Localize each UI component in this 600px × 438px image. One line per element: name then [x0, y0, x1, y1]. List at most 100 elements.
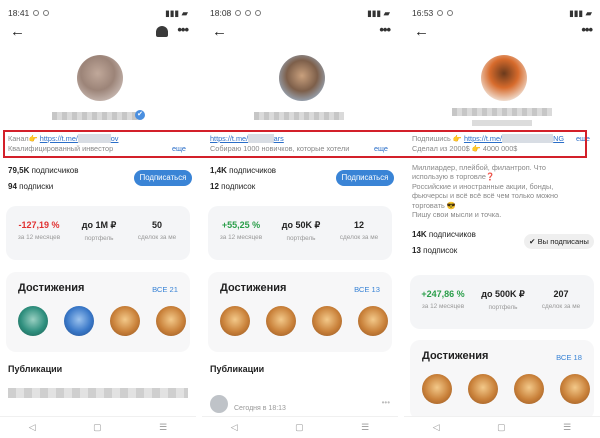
about-line: торговать 😎	[412, 200, 456, 210]
achievement-badge-icon[interactable]	[422, 374, 452, 404]
nav-menu-icon[interactable]: ☰	[159, 422, 167, 433]
subscribers-count[interactable]: 79,5K подписчиков	[8, 166, 79, 175]
perf-trades: 12 сделок за ме	[339, 220, 379, 241]
avatar	[77, 55, 123, 101]
profile-screen-3: 16:53 ▮▮▮ ▰ ← ••• Подпишись 👉 https://t.…	[404, 0, 600, 438]
top-bar: ← •••	[404, 23, 600, 42]
system-nav-bar: ◁ ▢ ☰	[404, 416, 600, 438]
nav-menu-icon[interactable]: ☰	[563, 422, 571, 433]
achievements-title: Достижения	[220, 282, 287, 294]
achievements-card: Достижения ВСЕ 21	[6, 272, 190, 352]
achievement-badge-icon[interactable]	[560, 374, 590, 404]
status-bar: 18:41 ▮▮▮ ▰	[0, 0, 196, 20]
achievements-card: Достижения ВСЕ 13	[208, 272, 392, 352]
perf-trades: 50 сделок за ме	[137, 220, 177, 241]
back-arrow-icon[interactable]: ←	[212, 24, 227, 40]
performance-card: +55,25 % за 12 месяцев до 50K ₽ портфель 1…	[208, 206, 392, 260]
publications-title: Публикации	[8, 364, 63, 374]
back-arrow-icon[interactable]: ←	[414, 24, 429, 40]
perf-return: -127,19 % за 12 месяцев	[17, 220, 61, 241]
back-arrow-icon[interactable]: ←	[10, 24, 25, 40]
subscribers-count[interactable]: 1,4K подписчиков	[210, 166, 276, 175]
status-icons: ▮▮▮ ▰	[569, 7, 592, 18]
status-time: 18:41	[8, 8, 30, 18]
nav-back-icon[interactable]: ◁	[231, 422, 238, 433]
notification-icon	[447, 10, 454, 16]
status-time: 18:08	[210, 8, 232, 18]
achievements-title: Достижения	[422, 350, 489, 362]
publications-title: Публикации	[210, 364, 265, 374]
status-bar: 18:08 ▮▮▮ ▰	[202, 0, 398, 20]
publication-time: Сегодня в 18:13	[234, 405, 286, 412]
notification-icon	[235, 10, 242, 16]
achievements-all-link[interactable]: ВСЕ 21	[152, 285, 178, 294]
perf-return: +55,25 % за 12 месяцев	[219, 220, 263, 241]
about-line: фьючерсы и всё всё всё чем только можно	[412, 191, 559, 201]
subscribers-count[interactable]: 14K подписчиков	[412, 230, 476, 239]
profile-name-blurred	[254, 112, 344, 120]
more-menu-icon[interactable]: •••	[581, 23, 593, 36]
profile-about: Миллиардер, плейбой, филантроп. Что испо…	[412, 163, 592, 219]
more-menu-icon[interactable]: •••	[379, 23, 391, 36]
incognito-icon[interactable]	[156, 26, 168, 37]
notification-icon	[255, 10, 262, 16]
perf-return: +247,86 % за 12 месяцев	[421, 289, 465, 310]
achievement-badge-icon[interactable]	[110, 306, 140, 336]
avatar	[279, 55, 325, 101]
system-nav-bar: ◁ ▢ ☰	[0, 416, 196, 438]
profile-subtitle-blurred	[472, 120, 532, 126]
perf-portfolio: до 500K ₽ портфель	[481, 289, 525, 311]
notification-icon	[43, 10, 50, 16]
achievement-badge-icon[interactable]	[18, 306, 48, 336]
achievements-card: Достижения ВСЕ 18	[410, 340, 594, 420]
following-count[interactable]: 13 подписок	[412, 246, 457, 255]
achievements-all-link[interactable]: ВСЕ 18	[556, 353, 582, 362]
profile-screen-1: 18:41 ▮▮▮ ▰ ← ••• ✔ Канал👉 https://t.me/…	[0, 0, 196, 438]
avatar	[481, 55, 527, 101]
nav-home-icon[interactable]: ▢	[497, 422, 506, 433]
about-line: Пишу свои мысли и точка.	[412, 210, 502, 220]
about-line: Миллиардер, плейбой, филантроп. Что	[412, 163, 546, 172]
nav-back-icon[interactable]: ◁	[433, 422, 440, 433]
notification-icon	[437, 10, 444, 16]
achievement-badge-icon[interactable]	[64, 306, 94, 336]
notification-icon	[245, 10, 252, 16]
following-count[interactable]: 94 подписки	[8, 182, 53, 191]
top-bar: ← •••	[202, 23, 398, 42]
status-icons: ▮▮▮ ▰	[165, 7, 188, 18]
more-menu-icon[interactable]: •••	[177, 23, 189, 36]
achievement-badge-icon[interactable]	[312, 306, 342, 336]
notification-icon	[33, 10, 40, 16]
subscribe-button[interactable]: Подписаться	[336, 170, 394, 186]
publication-more-icon[interactable]: •••	[382, 398, 390, 407]
achievement-badge-icon[interactable]	[514, 374, 544, 404]
top-bar: ← •••	[0, 23, 196, 42]
achievement-badge-icon[interactable]	[468, 374, 498, 404]
nav-home-icon[interactable]: ▢	[295, 422, 304, 433]
perf-portfolio: до 50K ₽ портфель	[281, 220, 321, 242]
achievement-badge-icon[interactable]	[266, 306, 296, 336]
about-line: Российские и иностранные акции, бонды,	[412, 181, 554, 191]
nav-menu-icon[interactable]: ☰	[361, 422, 369, 433]
status-bar: 16:53 ▮▮▮ ▰	[404, 0, 600, 20]
achievement-badge-icon[interactable]	[358, 306, 388, 336]
subscribed-button[interactable]: ✔ Вы подписаны	[524, 234, 594, 249]
following-count[interactable]: 12 подписок	[210, 182, 255, 191]
achievement-badge-icon[interactable]	[156, 306, 186, 336]
bio-highlight-frame	[3, 130, 587, 158]
achievement-badge-icon[interactable]	[220, 306, 250, 336]
nav-back-icon[interactable]: ◁	[29, 422, 36, 433]
system-nav-bar: ◁ ▢ ☰	[202, 416, 398, 438]
perf-trades: 207 сделок за ме	[541, 289, 581, 310]
performance-card: -127,19 % за 12 месяцев до 1М ₽ портфель 5…	[6, 206, 190, 260]
verified-icon: ✔	[135, 110, 145, 120]
profile-screen-2: 18:08 ▮▮▮ ▰ ← ••• https://t.me/xxxxxxxar…	[202, 0, 398, 438]
publication-avatar[interactable]	[210, 395, 228, 413]
nav-home-icon[interactable]: ▢	[93, 422, 102, 433]
subscribe-button[interactable]: Подписаться	[134, 170, 192, 186]
performance-card: +247,86 % за 12 месяцев до 500K ₽ портфель…	[410, 275, 594, 329]
profile-name-blurred	[452, 108, 552, 116]
achievements-all-link[interactable]: ВСЕ 13	[354, 285, 380, 294]
profile-name-blurred	[52, 112, 142, 120]
achievements-title: Достижения	[18, 282, 85, 294]
